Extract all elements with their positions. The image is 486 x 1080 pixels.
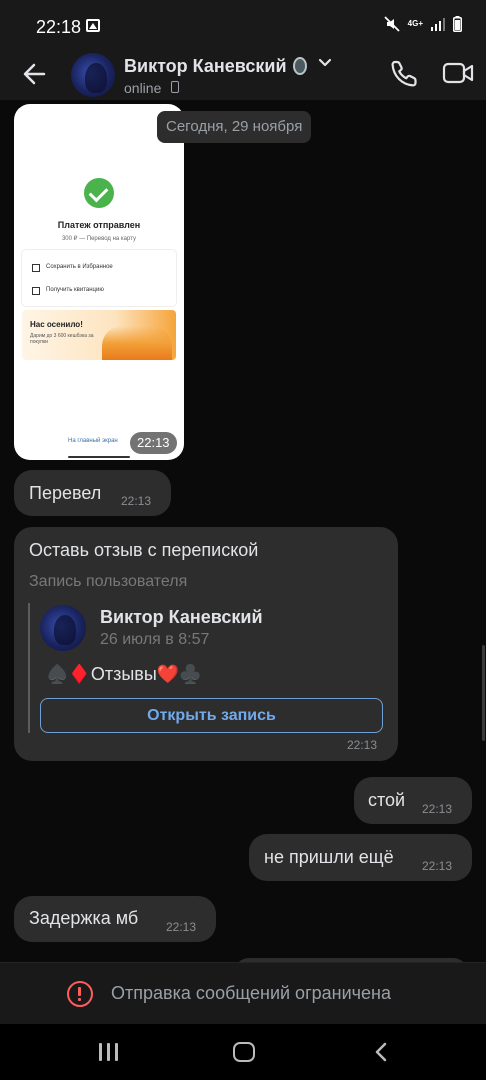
mobile-device-icon [171, 81, 179, 93]
photo-banner-title: Нас осенило! [30, 320, 83, 329]
date-separator: Сегодня, 29 ноября [157, 111, 312, 143]
message-time: 22:13 [422, 802, 453, 816]
photo-message[interactable]: Платеж отправлен 300 ₽ — Перевод на карт… [14, 104, 184, 460]
message-bubble-outgoing[interactable]: не пришли ещё 22:13 [249, 834, 472, 881]
message-text: Оставь отзыв с перепиской [29, 540, 259, 560]
message-text: Перевел [29, 483, 102, 503]
medal-icon [293, 57, 307, 75]
photo-row-receipt-label: Получить квитанцию [46, 287, 104, 293]
message-time: 22:13 [166, 920, 197, 934]
message-time: 22:13 [130, 432, 177, 454]
message-text: не пришли ещё [264, 847, 394, 867]
message-time: 22:13 [121, 494, 152, 508]
post-content: ♠️♦️Отзывы❤️♣️ [46, 664, 202, 684]
nav-recents-icon[interactable] [99, 1043, 119, 1061]
photo-row-favorite-label: Сохранить в Избранное [46, 264, 113, 270]
message-list[interactable]: Платеж отправлен 300 ₽ — Перевод на карт… [0, 100, 486, 962]
photo-payment-subtitle: 300 ₽ — Перевод на карту [61, 236, 137, 242]
status-time: 22:18 [36, 17, 82, 37]
message-bubble-incoming[interactable]: Перевел 22:13 [14, 470, 171, 516]
contact-name[interactable]: Виктор Каневский [124, 56, 287, 77]
nav-back-icon[interactable] [372, 1042, 390, 1062]
open-post-button[interactable]: Открыть запись [40, 698, 383, 733]
mute-icon [384, 16, 400, 32]
photo-row-receipt: Получить квитанцию [32, 287, 104, 295]
post-date: 26 июля в 8:57 [100, 631, 210, 648]
photo-banner-text: Дарим до 3 600 кешбэка за покупки [30, 333, 94, 345]
message-time: 22:13 [422, 859, 453, 873]
composer-restricted: Отправка сообщений ограничена [0, 962, 486, 1024]
shared-post-label: Запись пользователя [29, 573, 188, 590]
alert-icon [67, 981, 93, 1007]
network-type: 4G+ [407, 19, 423, 28]
nav-home-icon[interactable] [233, 1042, 255, 1062]
back-arrow-icon[interactable] [20, 60, 48, 88]
status-icons: 4G+ [384, 16, 462, 32]
message-time: 22:13 [347, 738, 378, 752]
photo-payment-title: Платеж отправлен [57, 220, 141, 230]
video-call-icon[interactable] [442, 60, 474, 86]
photo-banner-illustration [102, 326, 172, 360]
battery-icon [453, 16, 462, 32]
message-text: стой [368, 790, 406, 810]
restriction-notice: Отправка сообщений ограничена [111, 983, 391, 1003]
photo-home-link: На главный экран [68, 438, 118, 444]
scrollbar[interactable] [482, 645, 485, 741]
contact-avatar[interactable] [71, 53, 115, 97]
signal-icon [431, 18, 445, 31]
post-author-name[interactable]: Виктор Каневский [100, 607, 263, 628]
post-author-avatar[interactable] [40, 605, 86, 651]
photo-row-favorite: Сохранить в Избранное [32, 264, 113, 272]
contact-status: online [124, 80, 162, 96]
photo-actions-card: Сохранить в Избранное Получить квитанцию [22, 250, 176, 306]
success-check-icon [84, 178, 114, 208]
message-bubble-incoming[interactable]: Задержка мб 22:13 [14, 896, 216, 942]
chat-header: Виктор Каневский online [0, 48, 486, 100]
chevron-down-icon[interactable] [318, 56, 332, 70]
shared-post-message[interactable]: Оставь отзыв с перепиской Запись пользов… [14, 527, 398, 761]
photo-promo-banner: Нас осенило! Дарим до 3 600 кешбэка за п… [22, 310, 176, 360]
shared-post-quote-rule [28, 603, 30, 733]
image-notification-icon [86, 19, 100, 32]
system-navigation-bar [0, 1024, 486, 1080]
message-bubble-outgoing[interactable]: стой 22:13 [354, 777, 472, 824]
photo-home-indicator [68, 456, 130, 458]
message-text: Задержка мб [29, 908, 139, 928]
call-icon[interactable] [390, 58, 420, 88]
